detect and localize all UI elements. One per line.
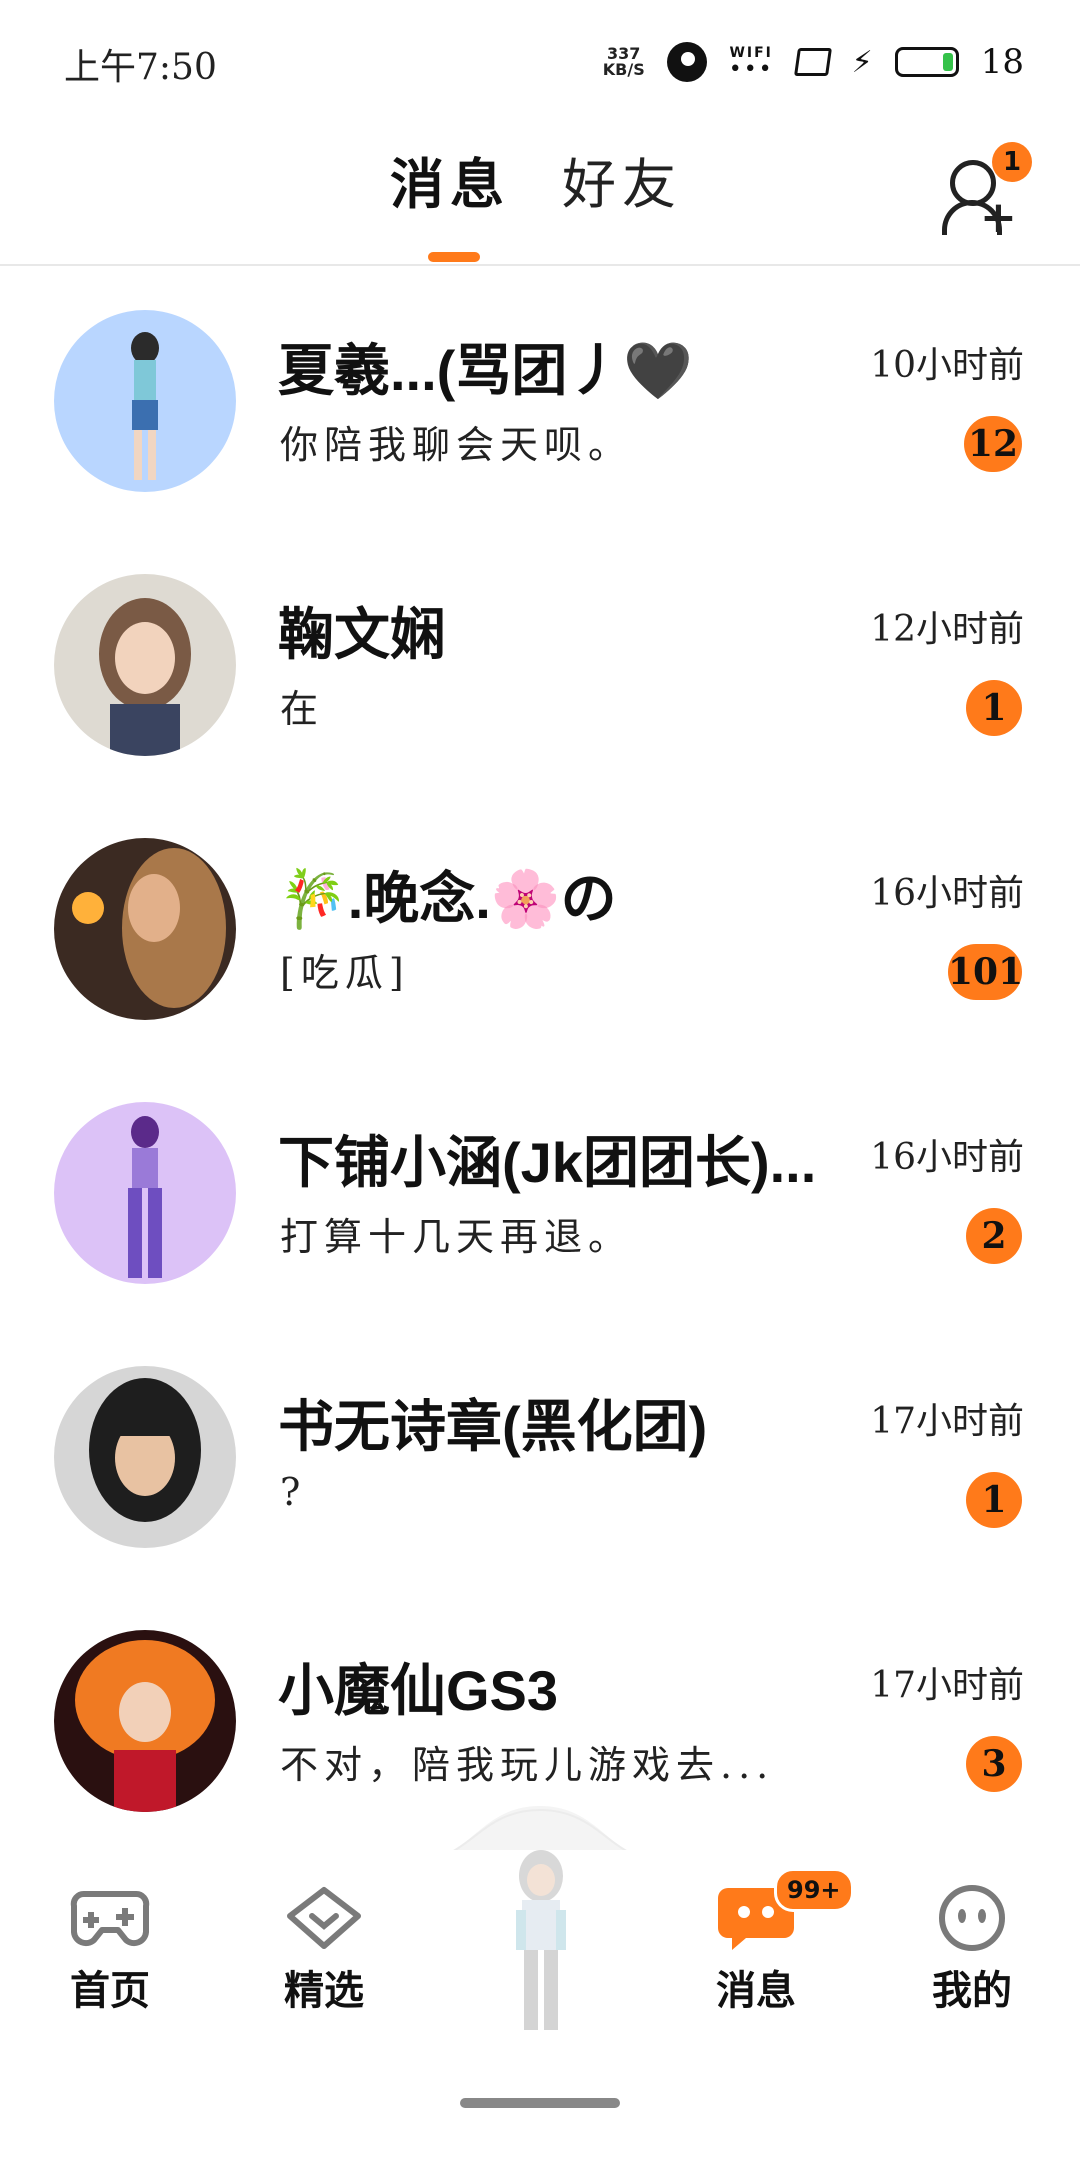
contact-name: 🎋.晚念.🌸の (278, 867, 617, 930)
network-speed-unit: KB/S (602, 60, 645, 79)
active-tab-indicator (428, 252, 480, 262)
message-time: 16小时前 (870, 1137, 1024, 1178)
avatar[interactable] (54, 1630, 236, 1812)
nav-home[interactable]: 首页 (40, 1882, 180, 2016)
avatar-character[interactable] (486, 1840, 596, 2040)
avatar-image (54, 574, 236, 756)
nav-messages-label: 消息 (716, 1969, 796, 2013)
message-time: 12小时前 (870, 609, 1024, 650)
battery-level: 18 (980, 42, 1024, 82)
avatar-image (54, 838, 236, 1020)
add-friend-badge: 1 (992, 142, 1032, 182)
message-preview: [吃瓜] (280, 951, 410, 995)
charging-icon: ⚡ (851, 44, 873, 80)
tab-friends[interactable]: 好友 (562, 140, 682, 219)
contact-name: 鞠文娴 (278, 603, 446, 666)
battery-icon (894, 47, 959, 77)
unread-badge: 3 (966, 1736, 1022, 1792)
message-preview: 打算十几天再退。 (280, 1215, 633, 1259)
message-preview: 在 (280, 687, 325, 731)
avatar-image (54, 1366, 236, 1548)
satellite-icon (666, 42, 707, 82)
status-bar: 上午7:50 337 KB/S WIFI ••• ⚡ 18 (0, 0, 1080, 120)
messages-badge: 99+ (774, 1868, 854, 1912)
unread-badge: 101 (948, 944, 1023, 1000)
tab-bar: 消息 好友 (390, 140, 682, 219)
conversation-row[interactable]: 下铺小涵(Jk团团长)... 16小时前 打算十几天再退。 2 (0, 1058, 1080, 1322)
avatar-image (54, 1630, 236, 1812)
message-time: 16小时前 (870, 873, 1024, 914)
wifi-icon: WIFI ••• (728, 45, 774, 82)
contact-name: 书无诗章(黑化团) (278, 1395, 708, 1458)
message-preview: 不对，陪我玩儿游戏去... (280, 1743, 775, 1787)
conversation-row[interactable]: 书无诗章(黑化团) 17小时前 ? 1 (0, 1322, 1080, 1586)
unread-badge: 12 (964, 416, 1022, 472)
message-time: 17小时前 (870, 1665, 1024, 1706)
avatar[interactable] (54, 574, 236, 756)
top-header: 消息 好友 + 1 (0, 120, 1080, 266)
contact-name: 下铺小涵(Jk团团长)... (278, 1131, 817, 1194)
nav-featured-label: 精选 (284, 1969, 364, 2013)
unread-badge: 2 (966, 1208, 1022, 1264)
face-icon (932, 1882, 1012, 1952)
conversation-row[interactable]: 🎋.晚念.🌸の 16小时前 [吃瓜] 101 (0, 794, 1080, 1058)
gamepad-icon (70, 1882, 150, 1952)
bottom-nav: 首页 精选 99+ 消息 我的 (0, 1850, 1080, 2160)
avatar-image (54, 1102, 236, 1284)
avatar-image (54, 310, 236, 492)
status-time: 上午7:50 (64, 47, 217, 88)
contact-name: 夏羲...(骂团丿🖤 (278, 339, 694, 402)
avatar[interactable] (54, 1366, 236, 1548)
network-speed: 337 KB/S (603, 46, 645, 78)
message-time: 10小时前 (870, 345, 1024, 386)
plus-icon: + (980, 192, 1017, 243)
contact-name: 小魔仙GS3 (278, 1659, 559, 1722)
nav-me[interactable]: 我的 (902, 1882, 1042, 2016)
message-preview: 你陪我聊会天呗。 (280, 423, 633, 467)
unread-badge: 1 (966, 680, 1022, 736)
avatar[interactable] (54, 838, 236, 1020)
nav-home-label: 首页 (70, 1969, 150, 2013)
tab-messages[interactable]: 消息 (390, 140, 510, 219)
nav-me-label: 我的 (932, 1969, 1012, 2013)
sim-icon (793, 48, 832, 76)
add-friend-button[interactable]: + 1 (936, 138, 1032, 243)
chat-bubble-icon: 99+ (716, 1868, 854, 1952)
unread-badge: 1 (966, 1472, 1022, 1528)
avatar[interactable] (54, 1102, 236, 1284)
avatar[interactable] (54, 310, 236, 492)
nav-messages[interactable]: 99+ 消息 (686, 1868, 854, 2016)
message-preview: ? (280, 1470, 307, 1514)
conversation-row[interactable]: 鞠文娴 12小时前 在 1 (0, 530, 1080, 794)
message-time: 17小时前 (870, 1401, 1024, 1442)
conversation-row[interactable]: 夏羲...(骂团丿🖤 10小时前 你陪我聊会天呗。 12 (0, 266, 1080, 530)
heart-chevron-icon (284, 1882, 364, 1952)
home-indicator[interactable] (460, 2098, 620, 2108)
status-icons: 337 KB/S WIFI ••• ⚡ 18 (603, 38, 1024, 86)
nav-featured[interactable]: 精选 (254, 1882, 394, 2016)
